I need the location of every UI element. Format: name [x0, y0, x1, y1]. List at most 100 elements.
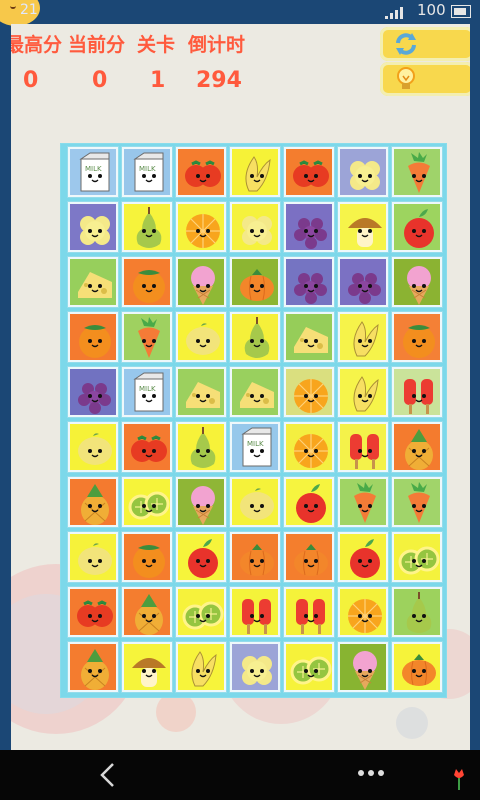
grapes-tile[interactable]: [68, 367, 118, 417]
tomato-tile[interactable]: [284, 147, 334, 197]
lemon-tile[interactable]: [68, 422, 118, 472]
mushroom-tile[interactable]: [122, 642, 172, 692]
persimmon-icon: [133, 545, 165, 578]
lime-icon: [128, 491, 170, 520]
carrot-tile[interactable]: [392, 477, 442, 527]
clover-tile[interactable]: [230, 202, 280, 252]
banana-icon: [245, 156, 271, 192]
orange-tile[interactable]: [176, 202, 226, 252]
svg-text:MILK: MILK: [139, 385, 156, 393]
cheese-tile[interactable]: [284, 312, 334, 362]
pear-tile[interactable]: [122, 202, 172, 252]
orange-tile[interactable]: [284, 367, 334, 417]
icecream-tile[interactable]: [176, 257, 226, 307]
popsicle-tile[interactable]: [392, 367, 442, 417]
carrot-tile[interactable]: [338, 477, 388, 527]
lemon-icon: [240, 488, 274, 520]
orange-tile[interactable]: [338, 587, 388, 637]
apple-icon: [296, 484, 326, 523]
clover-icon: [80, 216, 110, 245]
banana-tile[interactable]: [338, 367, 388, 417]
menu-button[interactable]: [358, 770, 386, 780]
lime-tile[interactable]: [176, 587, 226, 637]
milk-tile[interactable]: MILK: [122, 367, 172, 417]
clover-tile[interactable]: [68, 202, 118, 252]
lemon-tile[interactable]: [230, 477, 280, 527]
pineapple-icon: [135, 594, 163, 635]
popsicle-tile[interactable]: [284, 587, 334, 637]
tomato-tile[interactable]: [176, 147, 226, 197]
grapes-tile[interactable]: [284, 202, 334, 252]
lemon-icon: [78, 433, 112, 465]
grapes-tile[interactable]: [338, 257, 388, 307]
popsicle-tile[interactable]: [338, 422, 388, 472]
milk-icon: MILK: [133, 152, 164, 192]
persimmon-tile[interactable]: [392, 312, 442, 362]
pineapple-tile[interactable]: [392, 422, 442, 472]
mushroom-tile[interactable]: [338, 202, 388, 252]
clover-tile[interactable]: [230, 642, 280, 692]
orange-tile[interactable]: [284, 422, 334, 472]
banana-tile[interactable]: [230, 147, 280, 197]
pear-tile[interactable]: [392, 587, 442, 637]
persimmon-icon: [133, 270, 165, 303]
carrot-tile[interactable]: [122, 312, 172, 362]
milk-tile[interactable]: MILK: [68, 147, 118, 197]
pumpkin-tile[interactable]: [284, 532, 334, 582]
pumpkin-tile[interactable]: [392, 642, 442, 692]
icecream-tile[interactable]: [392, 257, 442, 307]
lime-tile[interactable]: [122, 477, 172, 527]
tomato-icon: [293, 160, 329, 187]
banana-tile[interactable]: [338, 312, 388, 362]
lime-icon: [182, 601, 224, 630]
milk-icon: MILK: [79, 152, 110, 192]
pumpkin-tile[interactable]: [230, 257, 280, 307]
lime-tile[interactable]: [392, 532, 442, 582]
cheese-tile[interactable]: [176, 367, 226, 417]
popsicle-icon: [296, 599, 325, 634]
pineapple-tile[interactable]: [122, 587, 172, 637]
cheese-icon: [186, 382, 220, 408]
apple-tile[interactable]: [338, 532, 388, 582]
persimmon-tile[interactable]: [122, 532, 172, 582]
countdown-label: 倒计时: [188, 34, 246, 56]
lime-tile[interactable]: [284, 642, 334, 692]
persimmon-tile[interactable]: [68, 312, 118, 362]
persimmon-tile[interactable]: [122, 257, 172, 307]
lemon-tile[interactable]: [176, 312, 226, 362]
banana-tile[interactable]: [176, 642, 226, 692]
milk-icon: MILK: [241, 427, 272, 467]
status-bar: 21 100: [0, 0, 480, 26]
clover-icon: [242, 216, 272, 245]
clover-icon: [242, 656, 272, 685]
carrot-tile[interactable]: [392, 147, 442, 197]
cheese-tile[interactable]: [68, 257, 118, 307]
popsicle-tile[interactable]: [230, 587, 280, 637]
cheese-tile[interactable]: [230, 367, 280, 417]
tomato-tile[interactable]: [122, 422, 172, 472]
clover-icon: [350, 161, 380, 190]
pear-tile[interactable]: [176, 422, 226, 472]
lemon-tile[interactable]: [68, 532, 118, 582]
refresh-button[interactable]: [380, 27, 470, 61]
milk-tile[interactable]: MILK: [230, 422, 280, 472]
icecream-tile[interactable]: [338, 642, 388, 692]
grapes-icon: [78, 383, 111, 414]
pineapple-tile[interactable]: [68, 642, 118, 692]
apple-icon: [350, 539, 380, 578]
clover-tile[interactable]: [338, 147, 388, 197]
tomato-tile[interactable]: [68, 587, 118, 637]
cheese-icon: [294, 327, 328, 353]
pineapple-tile[interactable]: [68, 477, 118, 527]
apple-tile[interactable]: [284, 477, 334, 527]
back-button[interactable]: [96, 762, 120, 788]
grapes-tile[interactable]: [284, 257, 334, 307]
apple-tile[interactable]: [176, 532, 226, 582]
hint-button[interactable]: [380, 62, 470, 96]
pear-tile[interactable]: [230, 312, 280, 362]
icecream-tile[interactable]: [176, 477, 226, 527]
pumpkin-tile[interactable]: [230, 532, 280, 582]
apple-tile[interactable]: [392, 202, 442, 252]
milk-tile[interactable]: MILK: [122, 147, 172, 197]
carrot-icon: [138, 317, 160, 358]
